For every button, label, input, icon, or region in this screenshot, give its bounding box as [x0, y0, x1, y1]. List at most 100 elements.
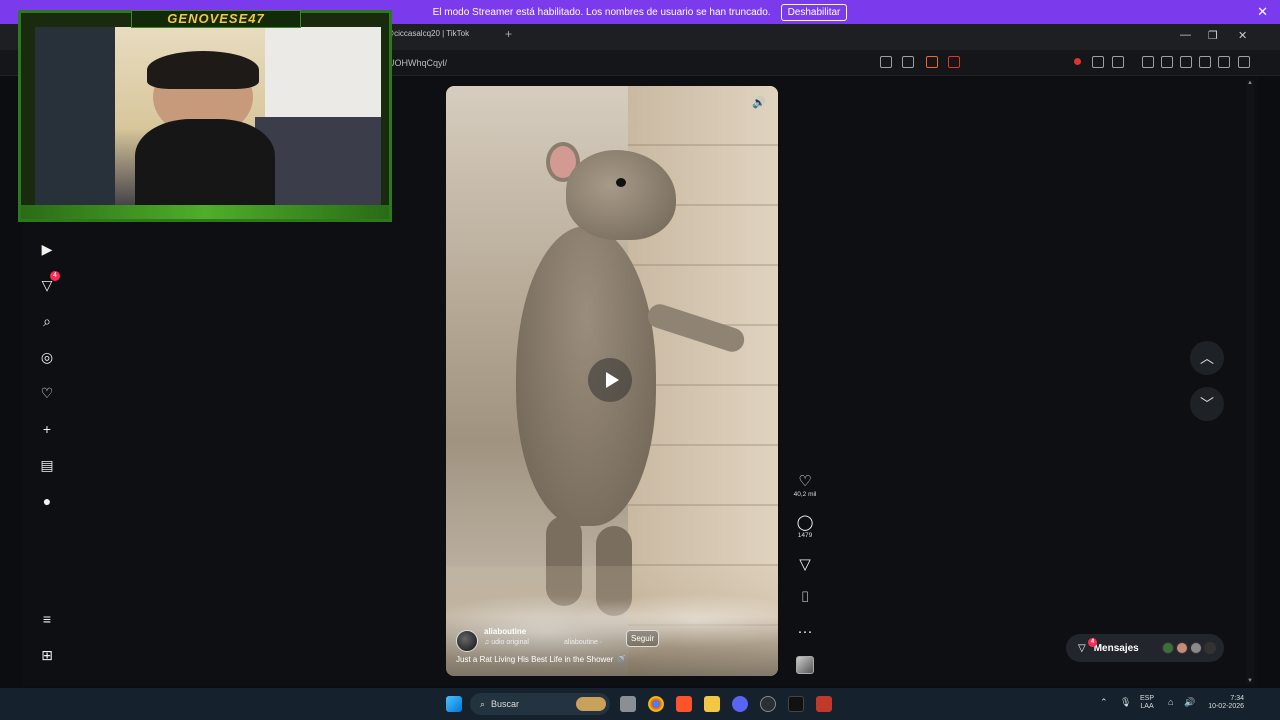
author-name[interactable]: aliaboutine	[484, 627, 526, 636]
clock[interactable]: 7:34 10-02-2026	[1204, 695, 1244, 711]
maximize-icon[interactable]: ❐	[1208, 29, 1218, 42]
streamer-mode-message: El modo Streamer está habilitado. Los no…	[432, 6, 771, 18]
streamer-name: GENOVESE47	[131, 10, 301, 28]
browser-menu-icon[interactable]	[1238, 56, 1250, 68]
messages-button[interactable]: ▽ 4 Mensajes	[1066, 634, 1224, 662]
analytics-icon[interactable]: ▤	[36, 454, 58, 476]
messages-badge: 4	[1088, 638, 1097, 647]
window-close-icon[interactable]: ✕	[1238, 29, 1247, 42]
explore-icon[interactable]: ◎	[36, 346, 58, 368]
video-caption: Just a Rat Living His Best Life in the S…	[456, 655, 626, 664]
webcam-frame-bar	[21, 205, 389, 219]
share-page-icon[interactable]	[902, 56, 914, 68]
sound-thumbnail[interactable]	[796, 656, 814, 674]
messages-icon: ▽	[1078, 642, 1086, 654]
brave-shield-icon[interactable]	[926, 56, 938, 68]
brave-icon[interactable]	[676, 696, 692, 712]
task-view-icon[interactable]	[620, 696, 636, 712]
discord-icon[interactable]	[732, 696, 748, 712]
wallet-icon[interactable]	[1180, 56, 1192, 68]
notification-badge: 4	[50, 271, 60, 281]
windows-start-icon[interactable]	[446, 696, 462, 712]
file-explorer-icon[interactable]	[704, 696, 720, 712]
avatar	[1204, 642, 1216, 654]
video-info-overlay	[446, 616, 778, 676]
extension-icon[interactable]	[1092, 56, 1104, 68]
next-video-button[interactable]: ﹀	[1190, 387, 1224, 421]
webcam-feed	[35, 27, 381, 211]
play-button[interactable]	[588, 358, 632, 402]
new-tab-button[interactable]: +	[505, 27, 512, 41]
video-player[interactable]: 🔊 aliaboutine ♫ udio original aliaboutin…	[446, 86, 778, 676]
more-icon: ···	[797, 623, 813, 640]
language-indicator[interactable]: ESP LAA	[1140, 695, 1154, 711]
inbox-filter-icon[interactable]: ▽ 4	[36, 271, 60, 296]
taskbar: ⌕ Buscar ⌃ 🎙 ESP LAA ⌂ 🔊 7:34 10-02-2026	[0, 688, 1280, 720]
audio-label[interactable]: ♫ udio original	[484, 639, 529, 646]
comment-icon: ◯	[796, 514, 814, 531]
taskbar-search-label: Buscar	[491, 699, 520, 709]
apps-icon[interactable]: ⊞	[36, 644, 58, 666]
favorites-icon[interactable]: ♡	[36, 382, 58, 404]
heart-icon: ♡	[798, 473, 812, 490]
avatar	[1190, 642, 1202, 654]
comment-count: 1479	[797, 532, 813, 539]
chevron-up-icon: ︿	[1200, 350, 1214, 366]
close-icon[interactable]: ✕	[1257, 4, 1268, 20]
url-field[interactable]: UOHWhqCqyl/	[388, 58, 447, 68]
search-icon[interactable]: ⌕	[36, 310, 58, 332]
like-button[interactable]: ♡ 40,2 mil	[790, 473, 820, 499]
app-icon[interactable]	[788, 696, 804, 712]
chevron-down-icon: ﹀	[1200, 396, 1214, 412]
more-options-button[interactable]: ···	[790, 624, 820, 640]
create-icon[interactable]: +	[36, 418, 58, 440]
follow-button[interactable]: Seguir	[626, 630, 660, 647]
record-icon[interactable]	[1074, 58, 1081, 65]
search-highlight-icon	[576, 697, 606, 711]
extension-icon[interactable]	[1112, 56, 1124, 68]
screen: El modo Streamer está habilitado. Los no…	[0, 0, 1280, 720]
previous-video-button[interactable]: ︿	[1190, 341, 1224, 375]
leo-ai-icon[interactable]	[1199, 56, 1211, 68]
comment-button[interactable]: ◯ 1479	[790, 514, 820, 540]
microphone-icon[interactable]: 🎙	[1120, 698, 1131, 707]
brave-rewards-icon[interactable]	[948, 56, 960, 68]
share-button[interactable]: ▽	[790, 557, 820, 573]
search-icon: ⌕	[480, 698, 486, 709]
avatar	[1176, 642, 1188, 654]
message-avatars	[1162, 642, 1216, 654]
messages-label: Mensajes	[1093, 642, 1139, 654]
video-rat-body	[516, 226, 656, 526]
webcam-overlay: GENOVESE47	[18, 10, 392, 222]
save-button[interactable]: ⌷	[790, 590, 820, 606]
network-icon[interactable]: ⌂	[1168, 698, 1173, 707]
cast-icon[interactable]	[880, 56, 892, 68]
chrome-icon[interactable]	[648, 696, 664, 712]
sidebar-icon[interactable]	[1161, 56, 1173, 68]
minimize-icon[interactable]: —	[1180, 29, 1191, 41]
tray-overflow-icon[interactable]: ⌃	[1100, 698, 1108, 707]
author-avatar[interactable]	[456, 630, 478, 652]
volume-icon[interactable]: 🔊	[750, 96, 768, 110]
profile-icon[interactable]: ●	[36, 490, 58, 512]
music-icon[interactable]	[1142, 56, 1154, 68]
disable-streamer-button[interactable]: Deshabilitar	[780, 3, 848, 21]
home-icon[interactable]: ▶	[36, 238, 58, 260]
play-icon	[605, 372, 619, 388]
menu-icon[interactable]: ≡	[36, 608, 58, 630]
taskbar-search[interactable]: ⌕ Buscar	[470, 693, 610, 715]
audio-author[interactable]: aliaboutine ·	[564, 639, 602, 646]
browser-tab[interactable]: @ciccasalcq20 | TikTok	[386, 29, 469, 38]
video-rat-eye	[616, 178, 626, 187]
share-icon: ▽	[799, 556, 811, 573]
scroll-up-icon[interactable]: ▲	[1246, 80, 1254, 86]
shield-app-icon[interactable]	[816, 696, 832, 712]
page-scrollbar[interactable]: ▲ ▼	[1246, 80, 1254, 684]
bookmark-icon: ⌷	[800, 589, 810, 606]
vpn-icon[interactable]	[1218, 56, 1230, 68]
obs-icon[interactable]	[760, 696, 776, 712]
avatar	[1162, 642, 1174, 654]
scroll-down-icon[interactable]: ▼	[1246, 678, 1254, 684]
volume-tray-icon[interactable]: 🔊	[1184, 698, 1195, 707]
like-count: 40,2 mil	[793, 491, 817, 498]
